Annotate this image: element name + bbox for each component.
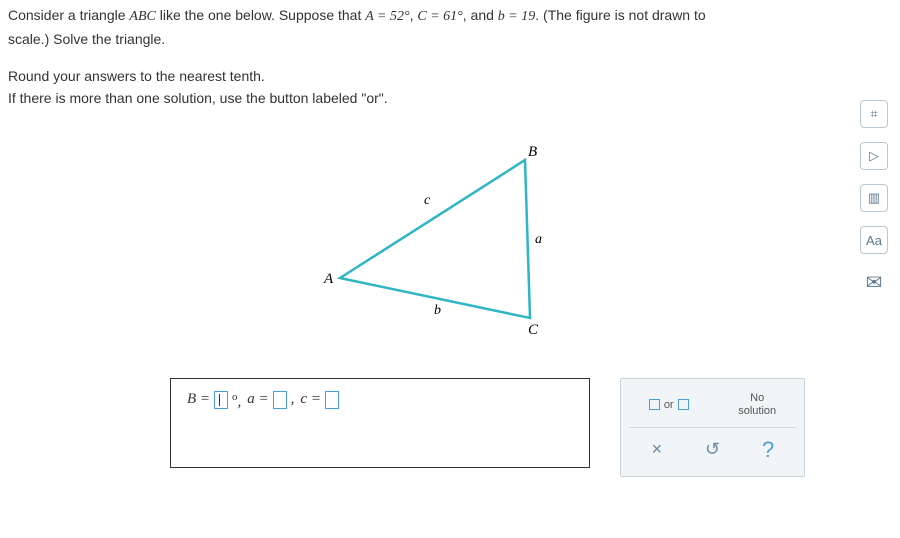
clear-icon[interactable]: × xyxy=(643,439,671,460)
c-equals-label: c = xyxy=(300,391,321,408)
example-icon[interactable]: ▥ xyxy=(860,184,888,212)
nosol-line1: No xyxy=(750,392,764,404)
degree-comma: o, xyxy=(232,391,241,411)
B-equals-label: B = xyxy=(187,391,210,408)
nosol-line2: solution xyxy=(738,405,776,417)
mail-icon[interactable]: ✉ xyxy=(860,268,888,296)
separator xyxy=(629,427,796,428)
font-size-icon[interactable]: Aa xyxy=(860,226,888,254)
text: like the one below. Suppose that xyxy=(156,7,365,23)
problem-statement: Consider a triangle ABC like the one bel… xyxy=(0,0,900,110)
right-sidebar: ⌗ ▷ ▥ Aa ✉ xyxy=(860,100,888,296)
help-icon[interactable]: ? xyxy=(754,437,782,463)
a-equals-label: a = xyxy=(247,391,268,408)
tool-panel: or No solution × ↺ ? xyxy=(620,378,805,477)
triangle-name: ABC xyxy=(129,9,155,24)
reset-icon[interactable]: ↺ xyxy=(698,439,726,460)
c-value-input[interactable] xyxy=(325,391,339,409)
or-label: or xyxy=(664,399,674,411)
vertex-A-label: A xyxy=(323,271,334,287)
calculator-icon[interactable]: ⌗ xyxy=(860,100,888,128)
or-instruction: If there is more than one solution, use … xyxy=(8,87,892,109)
text: Consider a triangle xyxy=(8,7,129,23)
slot-icon xyxy=(649,399,660,410)
vertex-B-label: B xyxy=(528,144,537,160)
text: scale.) Solve the triangle. xyxy=(8,28,892,50)
side-a-label: a xyxy=(535,232,542,247)
side-b-label: b xyxy=(434,303,441,318)
answer-input-box[interactable]: B = o, a = , c = xyxy=(170,378,590,468)
triangle-figure: A B C c a b xyxy=(0,128,900,338)
no-solution-button[interactable]: No solution xyxy=(738,392,776,416)
given-A: A = 52° xyxy=(365,9,409,24)
or-button[interactable]: or xyxy=(649,399,689,411)
side-c-label: c xyxy=(424,193,431,208)
given-C: C = 61° xyxy=(417,9,462,24)
B-value-input[interactable] xyxy=(214,391,228,409)
a-value-input[interactable] xyxy=(273,391,287,409)
comma: , xyxy=(291,391,295,408)
slot-icon xyxy=(678,399,689,410)
video-icon[interactable]: ▷ xyxy=(860,142,888,170)
rounding-instruction: Round your answers to the nearest tenth. xyxy=(8,65,892,87)
text: . (The figure is not drawn to xyxy=(535,7,705,23)
vertex-C-label: C xyxy=(528,322,539,338)
given-b: b = 19 xyxy=(498,9,535,24)
